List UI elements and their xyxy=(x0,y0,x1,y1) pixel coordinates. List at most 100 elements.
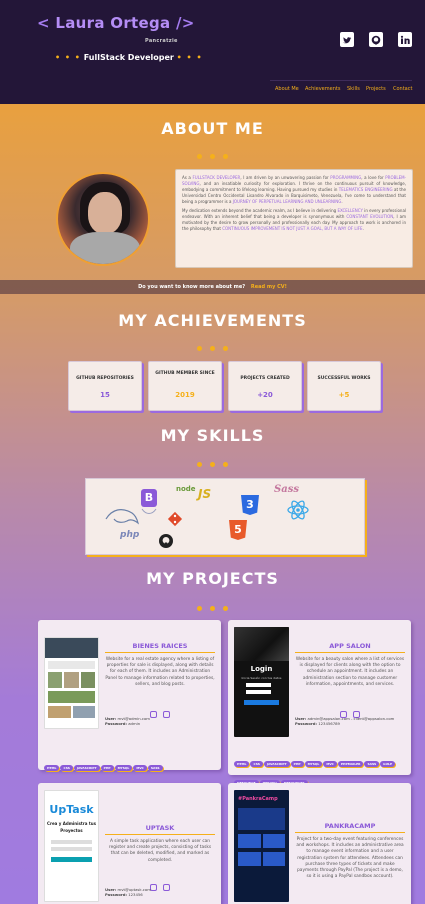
mysql-icon xyxy=(105,509,139,525)
css3-icon: 3 xyxy=(241,495,259,515)
project-description: A simple task application where each use… xyxy=(108,839,212,863)
achievements-title: MY ACHIEVEMENTS xyxy=(118,311,307,330)
project-card: UpTask Crea y Administra tus Proyectos U… xyxy=(38,783,221,904)
logo-open: < xyxy=(37,14,56,32)
nav-skills[interactable]: Skills xyxy=(347,86,360,92)
stat-label: PROJECTS CREATED xyxy=(240,376,290,381)
skills-dots xyxy=(0,452,425,471)
stat-label: GITHUB MEMBER SINCE xyxy=(155,371,215,376)
tag: MYSQL xyxy=(304,761,323,767)
project-title-underline xyxy=(295,652,405,653)
project-card: Login Inicia Sesión con tus datos APP SA… xyxy=(228,620,411,786)
bootstrap-icon: B xyxy=(141,489,157,507)
stat-value: +5 xyxy=(338,391,350,399)
nav-about[interactable]: About Me xyxy=(275,86,299,92)
project-description: Website for a real estate agency where a… xyxy=(105,657,215,687)
nav-projects[interactable]: Projects xyxy=(366,86,386,92)
logo-name: Laura Ortega xyxy=(55,14,171,32)
stat-label: GITHUB REPOSITORIES xyxy=(76,376,134,381)
project-tags: HTML CSS JAVASCRIPT PHP MYSQL MVC SASS xyxy=(44,754,216,773)
project-title: BIENES RAICES xyxy=(132,642,188,650)
php-icon: php xyxy=(120,530,140,540)
tag: SASS xyxy=(147,765,163,771)
project-screenshot[interactable]: Login Inicia Sesión con tus datos xyxy=(234,627,289,737)
stat-value: 15 xyxy=(100,391,110,399)
stat-card: GITHUB REPOSITORIES 15 xyxy=(68,361,142,411)
tag: JAVASCRIPT xyxy=(263,761,290,767)
project-description: Website for a beauty salon where a list … xyxy=(295,657,405,687)
screenshot-login-subtitle: Inicia Sesión con tus datos xyxy=(241,676,282,680)
tag: PHP xyxy=(100,765,114,771)
projects-dots xyxy=(0,596,425,615)
bootstrap-shadow-icon xyxy=(141,508,157,514)
tag: MVC xyxy=(323,761,337,767)
stat-card: GITHUB MEMBER SINCE 2019 xyxy=(148,361,222,411)
project-card: BIENES RAICES Website for a real estate … xyxy=(38,620,221,773)
stat-value: 2019 xyxy=(175,391,195,399)
screenshot-subtitle: Crea y Administra tus Proyectos xyxy=(47,821,96,833)
tag: CSS xyxy=(250,761,263,767)
twitter-icon[interactable] xyxy=(340,32,354,47)
project-card: #PankraCamp PANKRACAMP Project for a two… xyxy=(228,783,411,904)
cv-bar: Do you want to know more about me? Read … xyxy=(0,280,425,294)
tag: HTML xyxy=(44,765,60,771)
role-dots-right: • • • xyxy=(176,53,203,62)
role-text: FullStack Developer xyxy=(83,53,174,62)
tag: SASS xyxy=(364,761,380,767)
nav-divider xyxy=(270,80,412,81)
git-icon xyxy=(167,511,183,527)
project-credentials: User: admin@appsalon.com - client@appsal… xyxy=(295,716,395,726)
stat-value: +20 xyxy=(257,391,273,399)
achievements-dots xyxy=(0,336,425,355)
nav-contact[interactable]: Contact xyxy=(393,86,412,92)
github-icon[interactable] xyxy=(369,32,383,47)
tag: PHP xyxy=(290,761,304,767)
project-title-underline xyxy=(105,834,215,835)
header: < Laura Ortega /> Pancratzie • • • FullS… xyxy=(0,0,425,104)
stat-card: PROJECTS CREATED +20 xyxy=(228,361,302,411)
project-screenshot[interactable]: #PankraCamp xyxy=(234,790,289,902)
html5-icon: 5 xyxy=(229,520,247,540)
screenshot-login-title: Login xyxy=(250,665,273,673)
github-icon xyxy=(159,534,173,548)
logo-close: /> xyxy=(170,14,195,32)
tag: HTML xyxy=(234,761,250,767)
project-title-underline xyxy=(295,832,405,833)
project-credentials: User: mvt@uptask.com Password: 123456 xyxy=(105,887,151,897)
skills-title: MY SKILLS xyxy=(160,426,265,445)
projects-title: MY PROJECTS xyxy=(146,569,279,588)
nav-achievements[interactable]: Achievements xyxy=(305,86,340,92)
logo[interactable]: < Laura Ortega /> Pancratzie xyxy=(37,14,195,44)
tag: MVC xyxy=(133,765,147,771)
project-description: Project for a two-day event featuring co… xyxy=(296,837,404,880)
tag: CSS xyxy=(60,765,73,771)
profile-photo xyxy=(56,172,150,266)
js-icon: JS xyxy=(198,487,212,501)
cv-question: Do you want to know more about me? xyxy=(138,284,246,290)
linkedin-icon[interactable] xyxy=(398,32,412,47)
project-title: UPTASK xyxy=(145,824,175,832)
react-icon xyxy=(287,500,309,520)
project-title: APP SALON xyxy=(329,642,371,650)
about-text-box: As a FULLSTACK DEVELOPER, I am driven by… xyxy=(175,169,413,268)
logo-subtitle: Pancratzie xyxy=(145,38,178,44)
project-title-underline xyxy=(105,652,215,653)
tag: MYSQL xyxy=(114,765,133,771)
skills-box: php B node JS 3 5 Sass xyxy=(85,478,365,555)
sass-icon: Sass xyxy=(274,484,299,495)
nodejs-icon: node xyxy=(176,485,196,493)
about-dots xyxy=(0,144,425,163)
project-screenshot[interactable] xyxy=(44,637,99,729)
screenshot-brand: UpTask xyxy=(49,803,94,816)
role-dots-left: • • • xyxy=(55,53,81,62)
screenshot-brand: #PankraCamp xyxy=(238,796,278,802)
tag: GULP xyxy=(380,761,396,767)
stat-label: SUCCESSFUL WORKS xyxy=(317,376,371,381)
stat-card: SUCCESSFUL WORKS +5 xyxy=(307,361,381,411)
project-title: PANKRACAMP xyxy=(324,822,376,830)
about-paragraph-1: As a FULLSTACK DEVELOPER, I am driven by… xyxy=(182,175,406,204)
cv-link[interactable]: Read my CV! xyxy=(251,284,287,290)
project-credentials: User: mvt@admin.com Password: admin xyxy=(105,716,150,726)
project-screenshot[interactable]: UpTask Crea y Administra tus Proyectos xyxy=(44,790,99,902)
about-title: ABOUT ME xyxy=(161,119,264,138)
